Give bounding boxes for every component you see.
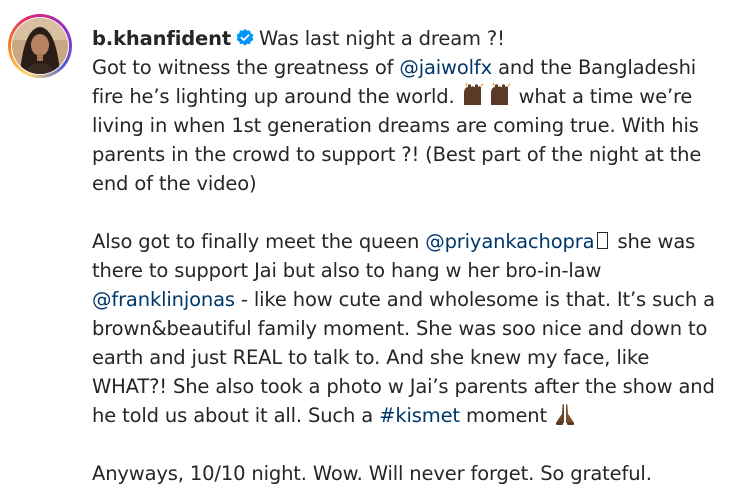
caption-text: Also got to finally meet the queen [92, 230, 426, 253]
caption-text: he told us about it all. Such a [92, 404, 380, 427]
username-link[interactable]: b.khanfident [92, 27, 231, 50]
caption-line: Got to witness the greatness of @jaiwolf… [92, 53, 732, 82]
caption-text: fire he’s lighting up around the world. [92, 85, 461, 108]
caption-line: @franklinjonas - like how cute and whole… [92, 285, 732, 314]
caption-line: parents in the crowd to support ?! (Best… [92, 143, 702, 166]
mention-jaiwolfx[interactable]: @jaiwolfx [399, 56, 492, 79]
caption-line: earth and just REAL to talk to. And she … [92, 346, 650, 369]
avatar-image [12, 18, 68, 74]
caption-line: there to support Jai but also to hang w … [92, 259, 602, 282]
avatar-photo [11, 17, 69, 75]
post-title: Was last night a dream ?! [259, 27, 505, 50]
caption-line: living in when 1st generation dreams are… [92, 114, 699, 137]
caption-line: WHAT?! She also took a photo w Jai’s par… [92, 375, 715, 398]
mention-priyankachopra[interactable]: @priyankachopra [425, 230, 594, 253]
instagram-caption: b.khanfident Was last night a dream ?! Go… [0, 0, 740, 485]
caption-line: Also got to finally meet the queen @priy… [92, 227, 732, 256]
caption-text: Got to witness the greatness of [92, 56, 400, 79]
missing-glyph-icon [597, 232, 609, 249]
caption-text: and the Bangladeshi [492, 56, 697, 79]
caption-header-line: b.khanfident Was last night a dream ?! [92, 24, 732, 53]
caption-body: b.khanfident Was last night a dream ?! Go… [92, 24, 732, 488]
caption-line: he told us about it all. Such a #kismet … [92, 401, 732, 430]
caption-line: brown&beautiful family moment. She was s… [92, 317, 708, 340]
folded-hands-icon [553, 402, 577, 434]
mention-franklinjonas[interactable]: @franklinjonas [92, 288, 235, 311]
verified-badge-icon [235, 27, 255, 56]
caption-line: end of the video) [92, 172, 257, 195]
caption-text: she was [611, 230, 696, 253]
hashtag-kismet[interactable]: #kismet [379, 404, 460, 427]
caption-text: what a time we’re [512, 85, 693, 108]
caption-text: moment [459, 404, 554, 427]
caption-line: Anyways, 10/10 night. Wow. Will never fo… [92, 462, 652, 485]
avatar[interactable] [8, 14, 72, 78]
caption-text: - like how cute and wholesome is that. I… [234, 288, 715, 311]
caption-line: fire he’s lighting up around the world. … [92, 82, 732, 111]
